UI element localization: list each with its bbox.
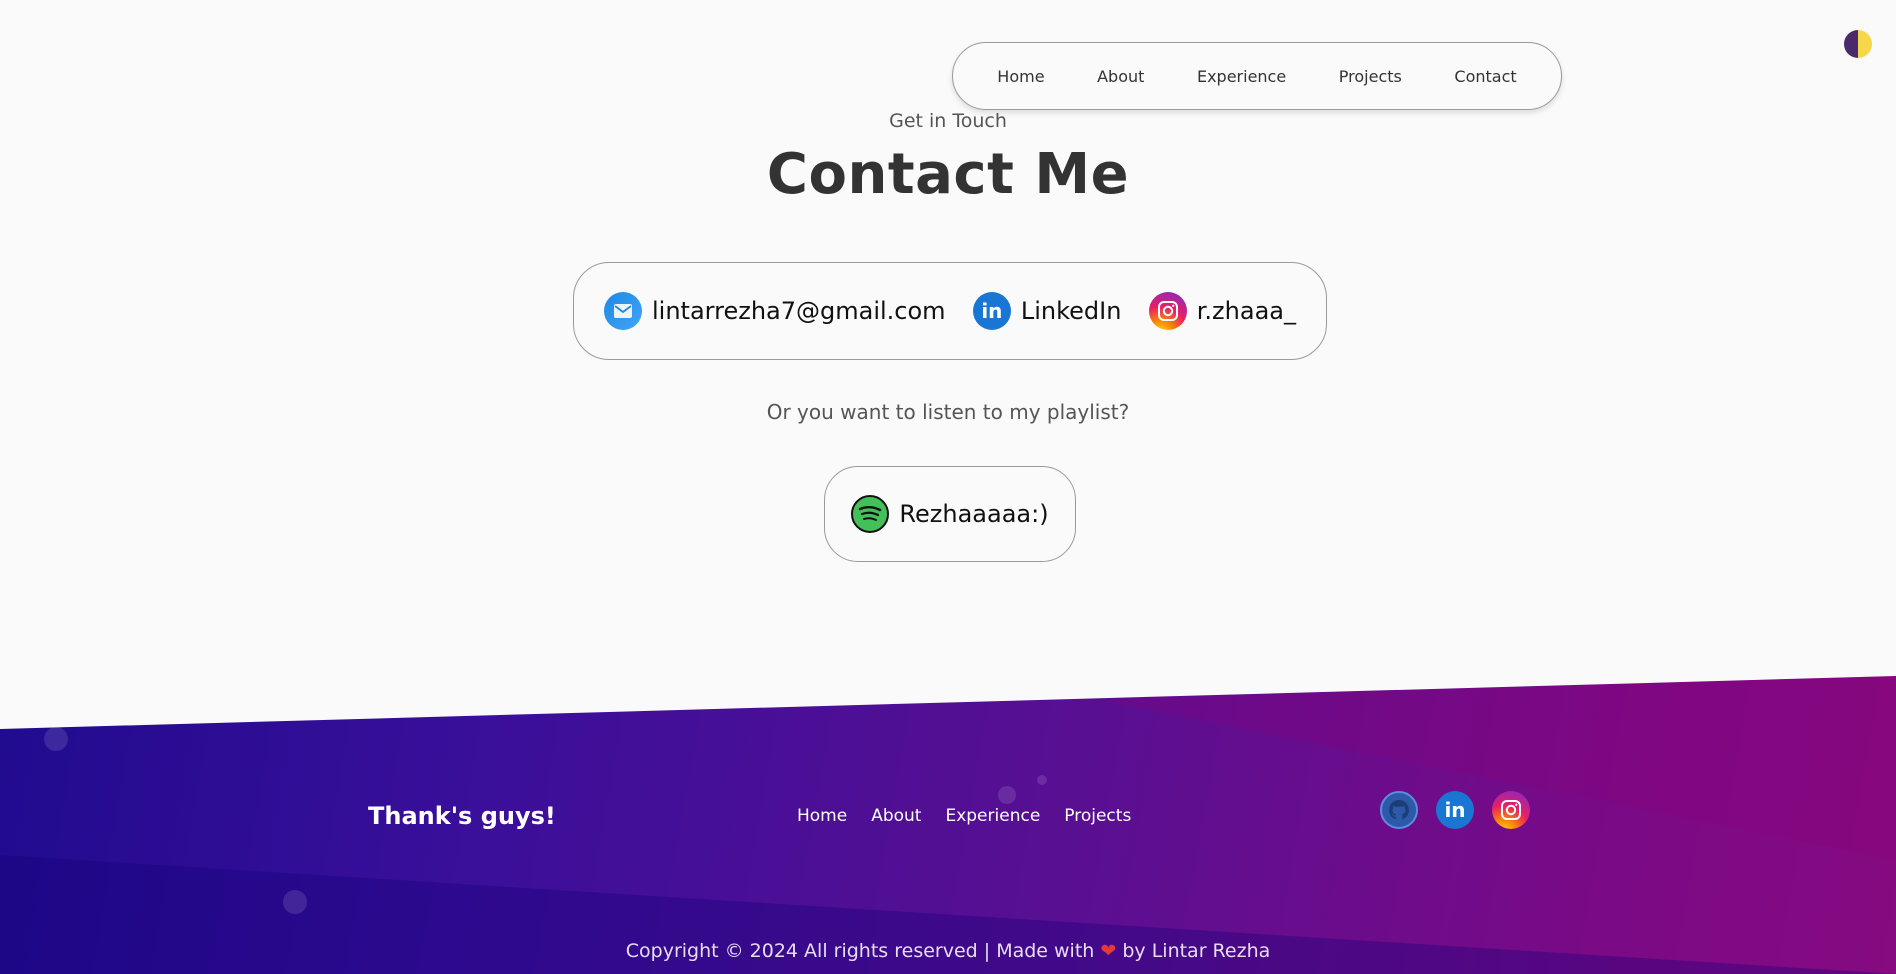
footer-linkedin-icon[interactable]: in <box>1436 791 1474 829</box>
instagram-icon <box>1148 292 1187 330</box>
playlist-question: Or you want to listen to my playlist? <box>766 400 1130 424</box>
bubble-decoration <box>998 786 1016 804</box>
heart-icon: ❤ <box>1100 940 1117 962</box>
bubble-decoration <box>1037 775 1047 785</box>
linkedin-link[interactable]: in LinkedIn <box>972 292 1122 330</box>
section-subtitle: Get in Touch <box>889 110 1007 132</box>
footer-home-link[interactable]: Home <box>797 806 847 826</box>
page-title: Contact Me <box>766 142 1130 207</box>
linkedin-label: LinkedIn <box>1020 297 1122 325</box>
mail-icon <box>604 292 642 330</box>
footer-navigation: Home About Experience Projects <box>797 806 1131 826</box>
copyright-suffix: by Lintar Rezha <box>1122 940 1271 962</box>
footer-social-links: in <box>1380 791 1530 829</box>
instagram-link[interactable]: r.zhaaa_ <box>1148 292 1296 330</box>
footer-instagram-icon[interactable] <box>1492 791 1530 829</box>
github-icon[interactable] <box>1380 791 1418 829</box>
footer-brand: Thank's guys! <box>368 802 556 830</box>
contact-links-box: lintarrezha7@gmail.com in LinkedIn r.zha… <box>573 262 1327 360</box>
nav-about-link[interactable]: About <box>1097 67 1144 86</box>
email-link[interactable]: lintarrezha7@gmail.com <box>604 292 946 330</box>
footer-experience-link[interactable]: Experience <box>945 806 1040 826</box>
bubble-decoration <box>44 727 68 751</box>
nav-projects-link[interactable]: Projects <box>1339 67 1402 86</box>
nav-contact-link[interactable]: Contact <box>1454 67 1516 86</box>
spotify-icon <box>851 495 890 533</box>
spotify-label: Rezhaaaaa:) <box>899 500 1049 528</box>
linkedin-icon: in <box>972 292 1011 330</box>
theme-toggle-icon[interactable] <box>1844 30 1872 58</box>
nav-experience-link[interactable]: Experience <box>1197 67 1286 86</box>
instagram-label: r.zhaaa_ <box>1196 297 1296 325</box>
copyright-prefix: Copyright © 2024 All rights reserved | M… <box>625 940 1095 962</box>
copyright-text: Copyright © 2024 All rights reserved | M… <box>0 940 1896 962</box>
top-navigation: Home About Experience Projects Contact <box>952 42 1562 110</box>
spotify-playlist-button[interactable]: Rezhaaaaa:) <box>824 466 1076 562</box>
bubble-decoration <box>283 890 307 914</box>
footer-projects-link[interactable]: Projects <box>1064 806 1131 826</box>
nav-home-link[interactable]: Home <box>997 67 1044 86</box>
footer-about-link[interactable]: About <box>871 806 921 826</box>
email-label: lintarrezha7@gmail.com <box>652 297 946 325</box>
